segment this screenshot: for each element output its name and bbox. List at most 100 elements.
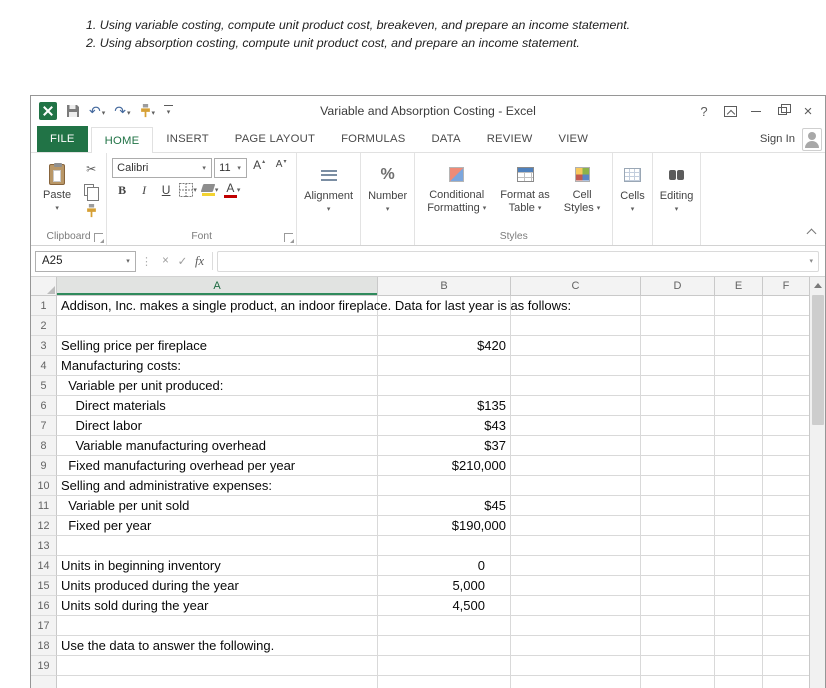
column-header-F[interactable]: F [763, 277, 809, 295]
minimize-button[interactable] [743, 100, 769, 122]
cell-E12[interactable] [715, 516, 763, 536]
cell-D12[interactable] [641, 516, 715, 536]
cell-F16[interactable] [763, 596, 809, 616]
insert-function-button[interactable]: fx [191, 254, 208, 269]
ribbon-display-options-button[interactable] [717, 100, 743, 122]
cell-D14[interactable] [641, 556, 715, 576]
cell-F4[interactable] [763, 356, 809, 376]
cell-E1[interactable] [715, 296, 763, 316]
cell-D15[interactable] [641, 576, 715, 596]
row-header-14[interactable]: 14 [31, 556, 57, 576]
row-header-3[interactable]: 3 [31, 336, 57, 356]
cell-B18[interactable] [378, 636, 511, 656]
cell-E17[interactable] [715, 616, 763, 636]
cell-A14[interactable]: Units in beginning inventory [57, 556, 378, 576]
cell-A12[interactable]: Fixed per year [57, 516, 378, 536]
font-size-combo[interactable]: 11 ▾ [214, 158, 247, 178]
cell-partial[interactable] [378, 676, 511, 688]
cell-partial[interactable] [641, 676, 715, 688]
column-header-E[interactable]: E [715, 277, 763, 295]
cell-E7[interactable] [715, 416, 763, 436]
cell-C3[interactable] [511, 336, 641, 356]
cell-D13[interactable] [641, 536, 715, 556]
cell-C10[interactable] [511, 476, 641, 496]
cell-E13[interactable] [715, 536, 763, 556]
enter-button[interactable]: ✓ [174, 254, 191, 268]
cell-F9[interactable] [763, 456, 809, 476]
cell-partial[interactable] [57, 676, 378, 688]
cell-D1[interactable] [641, 296, 715, 316]
cell-B4[interactable] [378, 356, 511, 376]
italic-button[interactable]: I [134, 181, 154, 199]
cell-F1[interactable] [763, 296, 809, 316]
cell-F8[interactable] [763, 436, 809, 456]
cells-dropdown-button[interactable]: Cells ▾ [613, 153, 651, 214]
clipboard-dialog-launcher[interactable] [94, 233, 103, 242]
touch-mode-button[interactable]: ▾ [140, 104, 156, 118]
cell-F18[interactable] [763, 636, 809, 656]
cell-F3[interactable] [763, 336, 809, 356]
column-header-D[interactable]: D [641, 277, 715, 295]
cell-B6[interactable]: $135 [378, 396, 511, 416]
cell-D3[interactable] [641, 336, 715, 356]
cell-D7[interactable] [641, 416, 715, 436]
cell-B19[interactable] [378, 656, 511, 676]
format-as-table-button[interactable]: Format as Table▾ [493, 155, 557, 215]
column-header-A[interactable]: A [57, 277, 378, 295]
collapse-ribbon-button[interactable] [807, 229, 817, 239]
cell-D2[interactable] [641, 316, 715, 336]
help-button[interactable]: ? [691, 100, 717, 122]
cell-F7[interactable] [763, 416, 809, 436]
customize-qat-button[interactable]: ▾ [164, 105, 173, 117]
fill-color-button[interactable]: ▾ [200, 181, 220, 199]
cell-C8[interactable] [511, 436, 641, 456]
cell-A7[interactable]: Direct labor [57, 416, 378, 436]
cell-C5[interactable] [511, 376, 641, 396]
cell-A5[interactable]: Variable per unit produced: [57, 376, 378, 396]
cell-B13[interactable] [378, 536, 511, 556]
cell-F6[interactable] [763, 396, 809, 416]
paste-button[interactable]: Paste ▾ [36, 155, 78, 213]
cell-partial[interactable] [511, 676, 641, 688]
cell-C4[interactable] [511, 356, 641, 376]
cell-F11[interactable] [763, 496, 809, 516]
cell-A17[interactable] [57, 616, 378, 636]
cell-C9[interactable] [511, 456, 641, 476]
cancel-button[interactable]: × [157, 255, 174, 267]
cell-B3[interactable]: $420 [378, 336, 511, 356]
cell-D19[interactable] [641, 656, 715, 676]
cell-D9[interactable] [641, 456, 715, 476]
cell-A19[interactable] [57, 656, 378, 676]
cell-A6[interactable]: Direct materials [57, 396, 378, 416]
cell-E10[interactable] [715, 476, 763, 496]
row-header-11[interactable]: 11 [31, 496, 57, 516]
cell-F19[interactable] [763, 656, 809, 676]
cell-C15[interactable] [511, 576, 641, 596]
cell-C2[interactable] [511, 316, 641, 336]
cell-A8[interactable]: Variable manufacturing overhead [57, 436, 378, 456]
cell-B7[interactable]: $43 [378, 416, 511, 436]
row-header-16[interactable]: 16 [31, 596, 57, 616]
cell-C18[interactable] [511, 636, 641, 656]
format-painter-button[interactable] [81, 202, 101, 220]
tab-home[interactable]: HOME [91, 127, 154, 153]
cell-C14[interactable] [511, 556, 641, 576]
editing-dropdown-button[interactable]: Editing ▾ [653, 153, 701, 214]
cell-A3[interactable]: Selling price per fireplace [57, 336, 378, 356]
cell-F15[interactable] [763, 576, 809, 596]
undo-button[interactable]: ↶ ▾ [89, 104, 105, 118]
font-color-button[interactable]: A ▾ [222, 181, 242, 199]
increase-font-size-button[interactable]: A ▴ [249, 159, 269, 177]
close-button[interactable]: × [795, 100, 821, 122]
cell-E14[interactable] [715, 556, 763, 576]
cell-E2[interactable] [715, 316, 763, 336]
row-header-1[interactable]: 1 [31, 296, 57, 316]
cell-B9[interactable]: $210,000 [378, 456, 511, 476]
row-header-17[interactable]: 17 [31, 616, 57, 636]
restore-button[interactable] [769, 100, 795, 122]
row-header-2[interactable]: 2 [31, 316, 57, 336]
vertical-scrollbar[interactable] [809, 277, 825, 688]
select-all-corner[interactable] [31, 277, 57, 295]
decrease-font-size-button[interactable]: A ▾ [271, 159, 291, 177]
cell-D8[interactable] [641, 436, 715, 456]
